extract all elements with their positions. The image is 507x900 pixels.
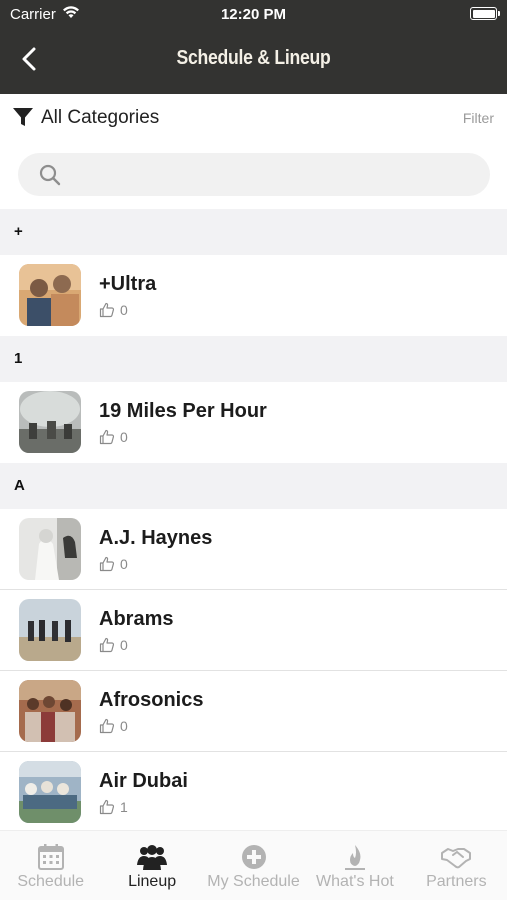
- artist-row[interactable]: 19 Miles Per Hour 0: [0, 382, 507, 463]
- artist-photo: [19, 518, 81, 580]
- tab-whats-hot[interactable]: What's Hot: [304, 831, 405, 900]
- artist-name: Abrams: [99, 608, 174, 630]
- like-count-value: 0: [120, 718, 128, 734]
- filter-button[interactable]: Filter: [463, 110, 494, 126]
- battery-icon: [470, 7, 500, 20]
- calendar-icon: [37, 844, 64, 870]
- funnel-icon[interactable]: [12, 106, 34, 128]
- top-bar: Carrier 12:20 PM Schedule & Lineup: [0, 0, 507, 94]
- like-count[interactable]: 0: [99, 302, 128, 318]
- page-title: Schedule & Lineup: [176, 47, 331, 69]
- section-header: A: [0, 463, 507, 509]
- thumbs-up-icon: [99, 637, 115, 653]
- status-bar: Carrier 12:20 PM: [0, 0, 507, 28]
- search-icon: [39, 164, 61, 186]
- group-icon: [137, 845, 168, 870]
- tab-bar: Schedule Lineup My Schedule What's Hot P…: [0, 830, 507, 900]
- like-count[interactable]: 0: [99, 637, 128, 653]
- like-count-value: 0: [120, 556, 128, 572]
- thumbs-up-icon: [99, 556, 115, 572]
- search-input[interactable]: [74, 153, 474, 196]
- category-row: All Categories Filter: [0, 94, 507, 142]
- tab-label: What's Hot: [316, 873, 394, 890]
- section-header: +: [0, 209, 507, 255]
- tab-partners[interactable]: Partners: [406, 831, 507, 900]
- artist-photo: [19, 264, 81, 326]
- tab-lineup[interactable]: Lineup: [101, 831, 202, 900]
- artist-name: 19 Miles Per Hour: [99, 400, 267, 422]
- status-time: 12:20 PM: [220, 6, 287, 23]
- flame-icon: [344, 845, 365, 870]
- artist-row[interactable]: Air Dubai 1: [0, 752, 507, 833]
- plus-circle-icon: [241, 845, 266, 869]
- like-count-value: 1: [120, 799, 128, 815]
- artist-photo: [19, 599, 81, 661]
- artist-photo: [19, 680, 81, 742]
- section-header: 1: [0, 336, 507, 382]
- thumbs-up-icon: [99, 799, 115, 815]
- artist-name: +Ultra: [99, 273, 157, 295]
- category-selector[interactable]: All Categories: [41, 107, 159, 129]
- handshake-icon: [441, 848, 472, 869]
- search-bar[interactable]: [18, 153, 490, 196]
- lineup-list[interactable]: + +Ultra 0 1 19 Miles Per Hour 0 A A.J. …: [0, 209, 507, 833]
- thumbs-up-icon: [99, 718, 115, 734]
- tab-my-schedule[interactable]: My Schedule: [203, 831, 304, 900]
- thumbs-up-icon: [99, 302, 115, 318]
- tab-label: My Schedule: [207, 873, 300, 890]
- artist-photo: [19, 761, 81, 823]
- like-count-value: 0: [120, 302, 128, 318]
- artist-row[interactable]: Afrosonics 0: [0, 671, 507, 752]
- like-count-value: 0: [120, 429, 128, 445]
- like-count-value: 0: [120, 637, 128, 653]
- artist-row[interactable]: A.J. Haynes 0: [0, 509, 507, 590]
- artist-row[interactable]: +Ultra 0: [0, 255, 507, 336]
- like-count[interactable]: 0: [99, 718, 128, 734]
- thumbs-up-icon: [99, 429, 115, 445]
- like-count[interactable]: 0: [99, 556, 128, 572]
- tab-label: Schedule: [17, 873, 85, 890]
- artist-photo: [19, 391, 81, 453]
- tab-label: Partners: [426, 873, 487, 890]
- tab-label: Lineup: [128, 873, 177, 890]
- tab-schedule[interactable]: Schedule: [0, 831, 101, 900]
- artist-name: Afrosonics: [99, 689, 204, 711]
- like-count[interactable]: 1: [99, 799, 128, 815]
- artist-name: A.J. Haynes: [99, 527, 213, 549]
- like-count[interactable]: 0: [99, 429, 128, 445]
- artist-name: Air Dubai: [99, 770, 188, 792]
- artist-row[interactable]: Abrams 0: [0, 590, 507, 671]
